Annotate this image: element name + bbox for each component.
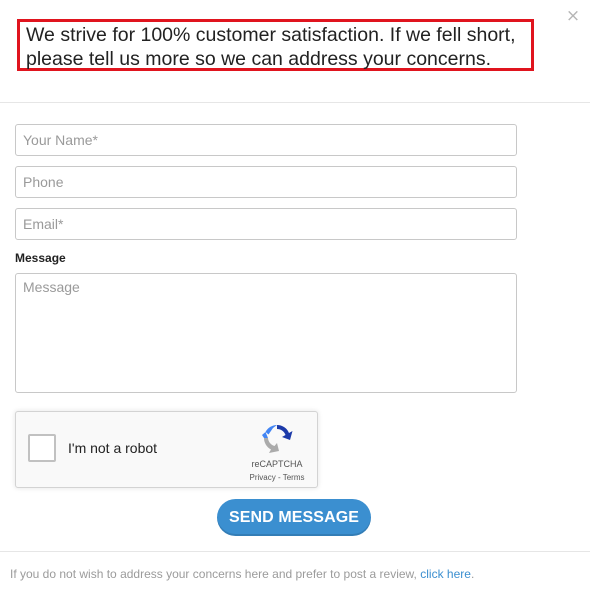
header-line-1: We strive for 100% customer satisfaction… [26, 24, 516, 46]
footer-note: If you do not wish to address your conce… [10, 567, 474, 581]
header-divider [0, 102, 590, 103]
footer-divider [0, 551, 590, 552]
close-icon[interactable]: × [565, 7, 581, 25]
email-field[interactable] [15, 208, 517, 240]
name-field[interactable] [15, 124, 517, 156]
recaptcha-links: Privacy - Terms [244, 473, 310, 482]
footer-period: . [470, 567, 475, 581]
recaptcha-brand: reCAPTCHA [251, 459, 303, 469]
click-here-link[interactable]: click here [420, 567, 471, 581]
recaptcha-separator: - [275, 473, 283, 482]
recaptcha-terms-link[interactable]: Terms [283, 473, 305, 482]
header-line-2: please tell us more so we can address yo… [26, 48, 491, 70]
message-label: Message [15, 251, 66, 265]
message-textarea[interactable] [15, 273, 517, 393]
recaptcha-logo-icon [262, 425, 293, 453]
recaptcha-checkbox[interactable] [28, 434, 56, 462]
recaptcha-label: I'm not a robot [68, 440, 158, 456]
phone-field[interactable] [15, 166, 517, 198]
header-highlight-box: We strive for 100% customer satisfaction… [17, 19, 534, 71]
recaptcha-widget: I'm not a robot reCAPTCHA Privacy - Term… [15, 411, 318, 488]
footer-text: If you do not wish to address your conce… [10, 567, 417, 581]
feedback-modal: We strive for 100% customer satisfaction… [0, 0, 590, 596]
recaptcha-privacy-link[interactable]: Privacy [250, 473, 276, 482]
send-message-button[interactable]: SEND MESSAGE [217, 499, 371, 536]
